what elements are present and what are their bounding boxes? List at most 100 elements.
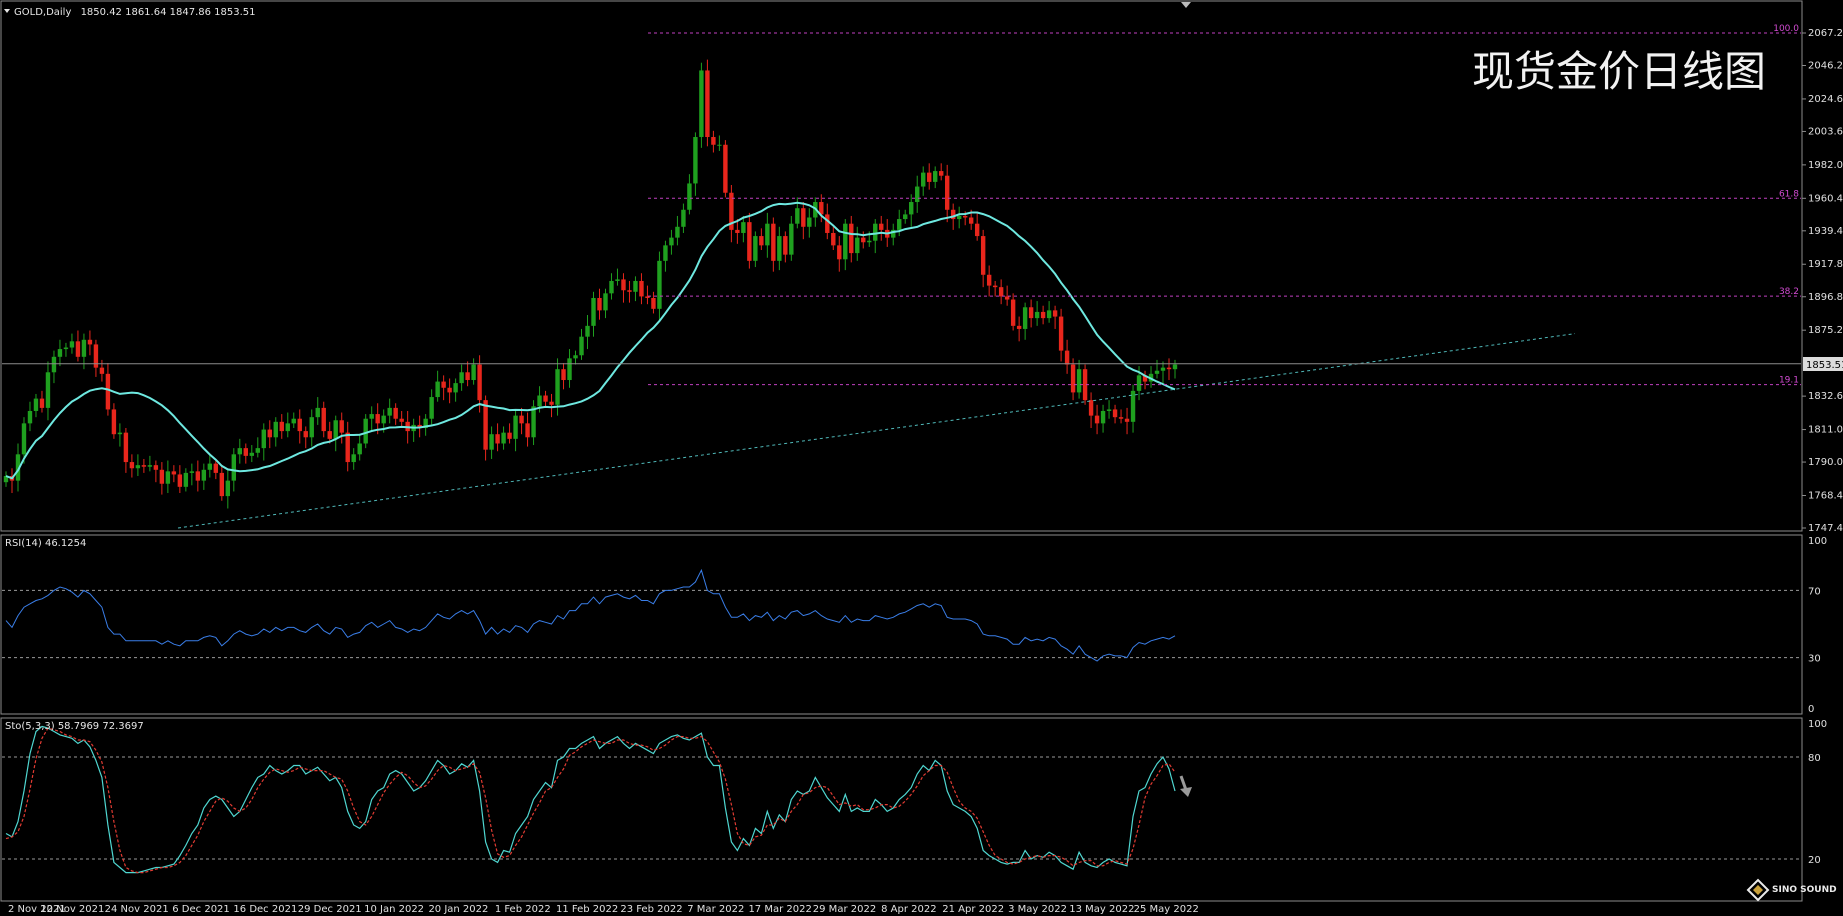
candle-body xyxy=(171,471,177,475)
candle-body xyxy=(453,383,458,393)
candle-body xyxy=(45,372,51,408)
candle-body xyxy=(1028,307,1034,319)
date-tick-label: 3 May 2022 xyxy=(1008,904,1067,915)
candle-body xyxy=(315,407,320,418)
candle-body xyxy=(980,236,986,275)
candle-body xyxy=(183,472,189,487)
price-tick-label: 1960.40 xyxy=(1808,193,1843,204)
date-tick-label: 6 Dec 2021 xyxy=(172,904,230,915)
candle-body xyxy=(447,387,452,393)
candle-body xyxy=(705,70,710,138)
candle-body xyxy=(915,186,920,203)
candle-body xyxy=(956,215,962,220)
candle-body xyxy=(399,418,404,422)
candle-body xyxy=(1154,370,1160,374)
candle-body xyxy=(459,372,464,384)
candle-body xyxy=(753,236,758,261)
price-tick-label: 2024.60 xyxy=(1808,94,1843,105)
candle-body xyxy=(297,418,302,432)
candle-body xyxy=(974,223,980,237)
date-tick-label: 13 May 2022 xyxy=(1069,904,1134,915)
candle-body xyxy=(513,415,518,439)
candle-body xyxy=(69,341,75,348)
candle-body xyxy=(1076,369,1082,393)
candle-body xyxy=(585,325,590,337)
candle-body xyxy=(861,237,866,243)
candle-body xyxy=(483,400,488,450)
candle-body xyxy=(129,462,135,469)
candle-body xyxy=(123,432,129,463)
trading-chart: 100.0 61.8 38.2 19.1 GOLD,Daily 1850.42 186… xyxy=(0,0,1843,916)
candle-body xyxy=(471,364,476,381)
candle-body xyxy=(267,429,272,438)
candle-body xyxy=(765,223,770,246)
date-tick-label: 1 Feb 2022 xyxy=(495,904,551,915)
current-price-label: 1853.51 xyxy=(1806,360,1843,371)
candle-body xyxy=(567,358,572,381)
candle-body xyxy=(1160,367,1166,371)
candle-body xyxy=(675,226,680,238)
candle-body xyxy=(1088,400,1094,416)
candle-body xyxy=(327,431,332,439)
candle-body xyxy=(507,432,512,439)
candle-body xyxy=(351,454,356,463)
date-tick-label: 21 Apr 2022 xyxy=(942,904,1004,915)
candle-body xyxy=(165,471,171,484)
candle-body xyxy=(711,137,716,145)
candle-body xyxy=(519,415,524,424)
candle-body xyxy=(525,423,530,438)
date-tick-label: 20 Jan 2022 xyxy=(428,904,488,915)
candle-body xyxy=(986,274,992,286)
date-tick-label: 11 Feb 2022 xyxy=(556,904,618,915)
candle-body xyxy=(723,144,728,193)
candle-body xyxy=(998,287,1004,297)
price-tick-label: 1939.40 xyxy=(1808,226,1843,237)
candle-body xyxy=(543,395,548,402)
candle-body xyxy=(597,297,602,311)
candle-body xyxy=(657,260,662,309)
stochastic-header: Sto(5,3,3) 58.7969 72.3697 xyxy=(5,721,144,732)
candle-body xyxy=(1058,316,1064,351)
price-tick-label: 1832.60 xyxy=(1808,391,1843,402)
candle-body xyxy=(429,397,434,419)
candle-body xyxy=(1166,367,1172,370)
price-tick-label: 1811.00 xyxy=(1808,425,1843,436)
candle-body xyxy=(369,414,374,419)
candle-body xyxy=(651,297,656,309)
rsi-tick-label: 100 xyxy=(1808,536,1827,547)
candle-body xyxy=(249,452,254,456)
candle-body xyxy=(141,465,147,467)
candle-body xyxy=(81,339,87,357)
candle-body xyxy=(153,465,159,470)
candle-body xyxy=(1094,415,1100,424)
candle-body xyxy=(645,296,650,298)
candle-body xyxy=(441,381,446,388)
price-tick-label: 2046.20 xyxy=(1808,61,1843,72)
candle-body xyxy=(195,471,201,481)
candle-body xyxy=(627,290,632,292)
date-tick-label: 7 Mar 2022 xyxy=(687,904,744,915)
candle-body xyxy=(393,407,398,419)
candle-body xyxy=(873,223,878,241)
candle-body xyxy=(927,172,932,182)
candle-body xyxy=(759,236,764,246)
candle-body xyxy=(255,448,260,453)
candle-body xyxy=(75,341,81,357)
candle-body xyxy=(279,421,284,432)
date-tick-label: 29 Dec 2021 xyxy=(298,904,362,915)
candle-body xyxy=(363,418,368,444)
candle-body xyxy=(747,222,752,261)
candle-body xyxy=(147,465,153,467)
fib-level-label: 19.1 xyxy=(1779,376,1799,386)
candle-body xyxy=(33,398,39,411)
rsi-tick-label: 30 xyxy=(1808,654,1821,665)
candle-body xyxy=(1112,409,1118,418)
price-tick-label: 1768.40 xyxy=(1808,490,1843,501)
candle-body xyxy=(225,480,231,497)
candle-body xyxy=(159,469,165,484)
candle-body xyxy=(1022,307,1028,329)
candle-body xyxy=(1052,310,1058,317)
candle-body xyxy=(1172,364,1178,370)
candle-body xyxy=(897,219,902,230)
candle-body xyxy=(1010,299,1016,326)
